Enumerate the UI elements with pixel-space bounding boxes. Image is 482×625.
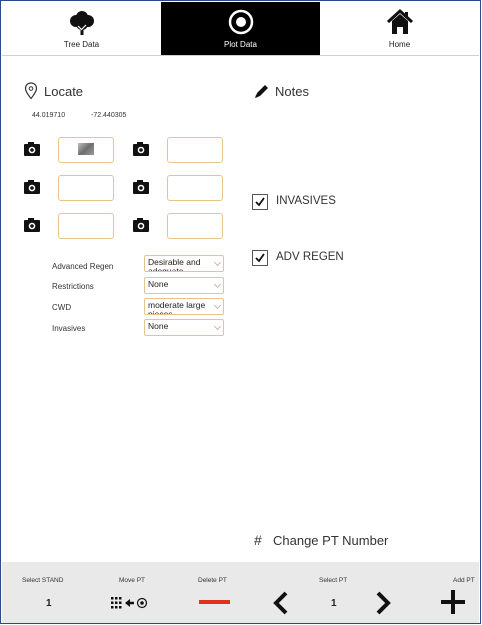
select-value: None	[148, 279, 169, 289]
invasives-select[interactable]: None	[144, 319, 224, 336]
photo-slot-2[interactable]	[167, 137, 223, 163]
photo-slot-4[interactable]	[167, 175, 223, 201]
select-value: moderate large pieces	[148, 300, 206, 315]
camera-icon[interactable]	[24, 180, 40, 194]
advanced-regen-select[interactable]: Desirable and adequate	[144, 255, 224, 272]
home-icon	[385, 6, 415, 38]
checkmark-icon	[255, 197, 265, 207]
add-pt-label: Add PT	[453, 577, 475, 584]
photo-slot-6[interactable]	[167, 213, 223, 239]
photo-slot-3[interactable]	[58, 175, 114, 201]
invasives-checkbox[interactable]	[252, 194, 268, 210]
bottom-toolbar: Select STAND 1 Move PT Delete PT Select …	[2, 562, 479, 623]
minus-icon	[199, 600, 230, 604]
hash-icon: #	[254, 532, 262, 548]
camera-icon[interactable]	[133, 218, 149, 232]
cwd-select[interactable]: moderate large pieces	[144, 298, 224, 315]
tree-icon	[67, 6, 97, 38]
move-pt-control[interactable]: Move PT	[87, 562, 162, 623]
top-tab-bar: Tree Data Plot Data Home	[2, 2, 479, 56]
chevron-down-icon	[213, 322, 222, 331]
restrictions-select[interactable]: None	[144, 277, 224, 294]
photo-slot-5[interactable]	[58, 213, 114, 239]
tab-home[interactable]: Home	[320, 2, 479, 56]
plus-icon	[440, 589, 466, 620]
tab-label: Plot Data	[224, 40, 257, 49]
photo-slot-1[interactable]	[58, 137, 114, 163]
chevron-right-icon	[374, 591, 392, 619]
camera-icon[interactable]	[24, 142, 40, 156]
previous-pt-button[interactable]	[272, 591, 290, 620]
select-value: Desirable and adequate	[148, 257, 201, 272]
pencil-icon	[253, 82, 271, 105]
camera-icon[interactable]	[133, 142, 149, 156]
latitude-value: 44.019710	[32, 112, 66, 119]
chevron-down-icon	[213, 258, 222, 267]
tab-tree-data[interactable]: Tree Data	[2, 2, 161, 56]
field-label-advanced-regen: Advanced Regen	[52, 262, 114, 271]
move-pt-label: Move PT	[119, 577, 146, 584]
delete-pt-label: Delete PT	[198, 577, 227, 584]
longitude-value: -72.440305	[91, 112, 127, 119]
target-icon	[226, 6, 256, 38]
select-pt-control[interactable]: Select PT 1	[307, 562, 377, 623]
camera-icon[interactable]	[24, 218, 40, 232]
select-pt-label: Select PT	[319, 577, 348, 584]
select-stand-value: 1	[46, 598, 52, 609]
delete-pt-button[interactable]: Delete PT	[187, 562, 247, 623]
chevron-down-icon	[213, 301, 222, 310]
photo-thumbnail	[78, 143, 94, 155]
next-pt-button[interactable]	[374, 591, 392, 620]
select-value: None	[148, 321, 169, 331]
notes-label: Notes	[275, 84, 309, 99]
select-stand-label: Select STAND	[22, 577, 64, 584]
field-label-cwd: CWD	[52, 303, 72, 312]
locate-label: Locate	[44, 84, 84, 99]
checkmark-icon	[255, 253, 265, 263]
adv-regen-check-label: ADV REGEN	[276, 251, 344, 263]
add-pt-button[interactable]: Add PT	[427, 562, 479, 623]
field-label-invasives: Invasives	[52, 324, 86, 333]
invasives-check-label: INVASIVES	[276, 195, 336, 207]
tab-label: Home	[388, 40, 411, 49]
field-label-restrictions: Restrictions	[52, 282, 94, 291]
location-pin-icon	[24, 82, 38, 105]
select-pt-value: 1	[331, 598, 337, 609]
adv-regen-checkbox[interactable]	[252, 250, 268, 266]
select-stand-control[interactable]: Select STAND 1	[2, 562, 82, 623]
tab-label: Tree Data	[63, 40, 100, 49]
change-pt-number-label: Change PT Number	[273, 533, 389, 548]
camera-icon[interactable]	[133, 180, 149, 194]
tab-plot-data[interactable]: Plot Data	[161, 2, 320, 56]
chevron-down-icon	[213, 280, 222, 289]
move-pt-icon	[111, 596, 149, 615]
chevron-left-icon	[272, 591, 290, 619]
